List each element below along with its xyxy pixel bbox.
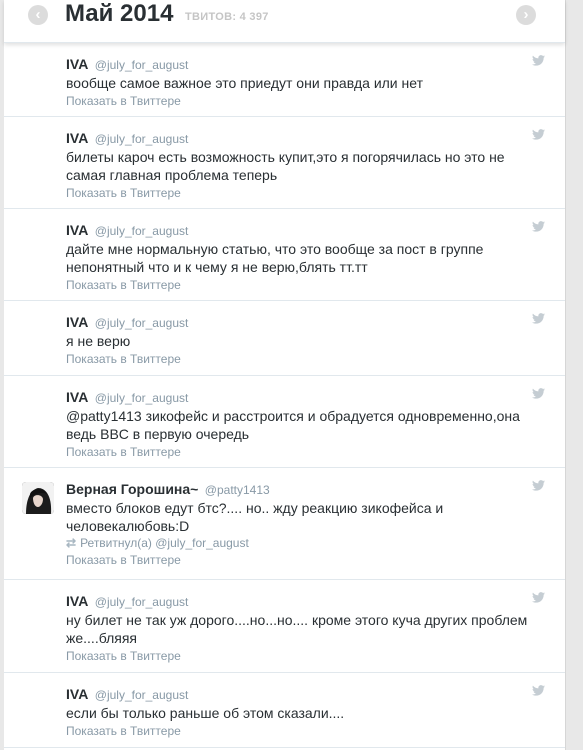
tweet-text: билеты кароч есть возможность купит,это …: [66, 149, 505, 183]
twitter-bird-icon[interactable]: [532, 55, 545, 66]
tweet-author-name[interactable]: IVA: [66, 389, 88, 405]
tweet-text: @patty1413 зикофейс и расстроится и обра…: [66, 408, 520, 442]
tweet-author-handle[interactable]: @july_for_august: [95, 688, 189, 702]
show-on-twitter-link[interactable]: Показать в Твиттере: [66, 552, 535, 568]
tweet-author-handle[interactable]: @july_for_august: [95, 224, 189, 238]
retweet-context: ⇄ Ретвитнул(а) @july_for_august: [66, 536, 535, 551]
tweet-text: дайте мне нормальную статью, что это воо…: [66, 241, 484, 275]
twitter-bird-icon[interactable]: [532, 388, 545, 399]
tweet-author-name[interactable]: IVA: [66, 686, 88, 702]
tweet-author-name[interactable]: IVA: [66, 130, 88, 146]
retweet-label[interactable]: Ретвитнул(а) @july_for_august: [80, 536, 249, 550]
tweet-author-name[interactable]: IVA: [66, 314, 88, 330]
twitter-bird-icon[interactable]: [532, 221, 545, 232]
avatar[interactable]: [22, 482, 54, 514]
tweet-item: IVA @july_for_august если бы только рань…: [4, 673, 565, 748]
tweet-item: Верная Горошина~ @patty1413 вместо блоко…: [4, 468, 565, 580]
show-on-twitter-link[interactable]: Показать в Твиттере: [66, 648, 535, 664]
scrollbar[interactable]: [565, 0, 583, 750]
show-on-twitter-link[interactable]: Показать в Твиттере: [66, 351, 535, 367]
tweet-item: IVA @july_for_august я не верю Показать …: [4, 301, 565, 376]
tweet-author-handle[interactable]: @july_for_august: [95, 595, 189, 609]
show-on-twitter-link[interactable]: Показать в Твиттере: [66, 93, 535, 109]
tweet-text: ну билет не так уж дорого....но...но....…: [66, 612, 528, 646]
tweet-text: если бы только раньше об этом сказали...…: [66, 705, 345, 721]
twitter-bird-icon[interactable]: [532, 480, 545, 491]
tweet-item: IVA @july_for_august дайте мне нормальну…: [4, 209, 565, 301]
tweet-author-handle[interactable]: @july_for_august: [95, 58, 189, 72]
show-on-twitter-link[interactable]: Показать в Твиттере: [66, 444, 535, 460]
month-title: Май 2014: [65, 0, 174, 27]
retweet-icon: ⇄: [66, 536, 77, 550]
tweet-author-name[interactable]: IVA: [66, 593, 88, 609]
tweet-author-name[interactable]: Верная Горошина~: [66, 481, 198, 497]
tweet-author-name[interactable]: IVA: [66, 56, 88, 72]
tweet-item: IVA @july_for_august билеты кароч есть в…: [4, 117, 565, 209]
show-on-twitter-link[interactable]: Показать в Твиттере: [66, 277, 535, 293]
tweet-author-handle[interactable]: @patty1413: [205, 483, 270, 497]
twitter-bird-icon[interactable]: [532, 129, 545, 140]
tweet-text: вообще самое важное это приедут они прав…: [66, 75, 423, 91]
archive-header: ‹ Май 2014 ТВИТОВ: 4 397 ›: [4, 0, 565, 43]
chevron-left-icon[interactable]: ‹: [28, 5, 48, 25]
tweet-author-name[interactable]: IVA: [66, 222, 88, 238]
tweet-item: IVA @july_for_august вообще самое важное…: [4, 43, 565, 117]
tweet-timeline: IVA @july_for_august вообще самое важное…: [4, 43, 565, 748]
tweet-author-handle[interactable]: @july_for_august: [95, 132, 189, 146]
show-on-twitter-link[interactable]: Показать в Твиттере: [66, 723, 535, 739]
tweet-item: IVA @july_for_august ну билет не так уж …: [4, 580, 565, 673]
tweet-count: ТВИТОВ: 4 397: [185, 11, 269, 23]
tweet-text: вместо блоков едут бтс?.... но.. жду реа…: [66, 500, 444, 534]
tweet-item: IVA @july_for_august @patty1413 зикофейс…: [4, 376, 565, 468]
tweet-author-handle[interactable]: @july_for_august: [95, 391, 189, 405]
twitter-bird-icon[interactable]: [532, 685, 545, 696]
show-on-twitter-link[interactable]: Показать в Твиттере: [66, 185, 535, 201]
twitter-bird-icon[interactable]: [532, 592, 545, 603]
chevron-right-icon[interactable]: ›: [516, 5, 536, 25]
twitter-bird-icon[interactable]: [532, 313, 545, 324]
tweet-author-handle[interactable]: @july_for_august: [95, 316, 189, 330]
tweet-text: я не верю: [66, 333, 131, 349]
